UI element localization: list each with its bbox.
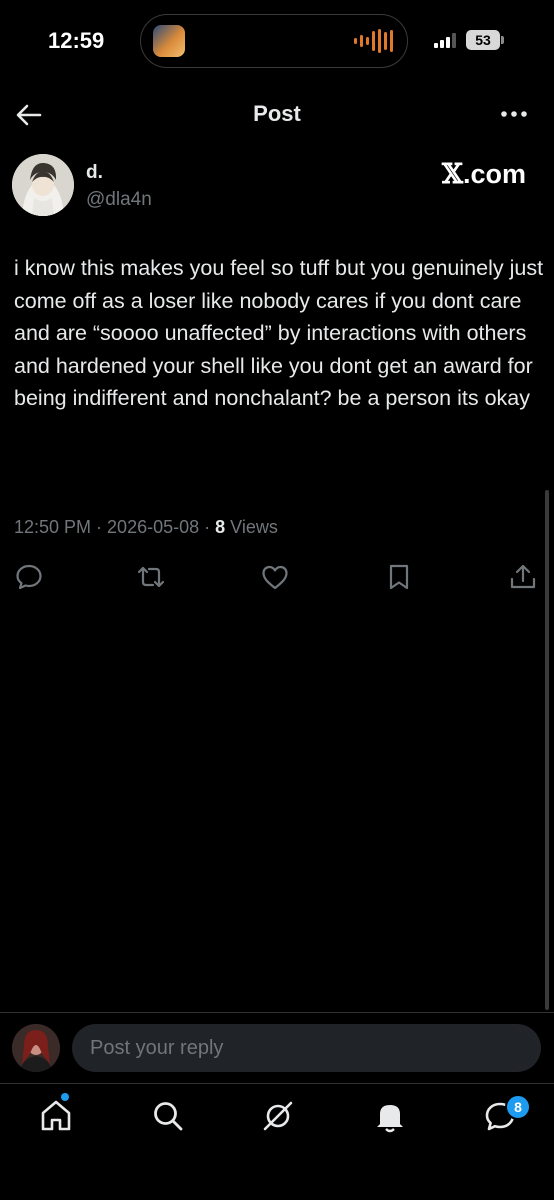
views-count: 8 [215,517,226,537]
share-icon[interactable] [508,562,538,592]
views-label: Views [230,517,278,537]
user-avatar[interactable] [12,1024,60,1072]
bookmark-icon[interactable] [384,562,414,592]
post-text: i know this makes you feel so tuff but y… [14,256,544,410]
back-arrow-icon[interactable] [14,100,44,130]
post-time: 12:50 PM [14,517,92,537]
meta-separator: · [199,517,216,537]
repost-icon[interactable] [136,562,166,592]
reply-icon[interactable] [14,562,44,592]
messages-badge: 8 [505,1094,531,1120]
reply-input[interactable]: Post your reply [72,1024,541,1072]
home-icon[interactable] [38,1098,74,1134]
post-meta: 12:50 PM · 2026-05-08 · 8 Views [14,517,278,538]
now-playing-artwork [153,25,185,57]
grok-icon[interactable] [260,1098,296,1134]
meta-separator: · [91,517,108,537]
like-icon[interactable] [260,562,290,592]
audio-waveform-icon [354,29,393,53]
search-icon[interactable] [150,1098,186,1134]
cellular-signal-icon [434,32,456,48]
battery-indicator: 53 [466,30,500,50]
brand-suffix: .com [462,159,526,189]
scrollbar[interactable] [545,490,549,1010]
post-date: 2026-05-08 [107,517,200,537]
home-notification-dot [61,1093,69,1101]
dynamic-island[interactable] [140,14,408,68]
battery-tip [501,36,504,44]
divider [0,1012,554,1013]
status-time: 12:59 [48,28,105,53]
x-logo-glyph: 𝕏 [442,159,463,190]
more-options-icon[interactable] [498,104,530,124]
divider [0,1083,554,1084]
author-handle[interactable]: @dla4n [86,189,152,211]
x-com-logo: 𝕏.com [442,159,526,190]
author-avatar[interactable] [12,154,74,216]
page-title: Post [253,101,301,126]
author-name[interactable]: d. [86,162,103,184]
notifications-icon[interactable] [372,1098,408,1134]
